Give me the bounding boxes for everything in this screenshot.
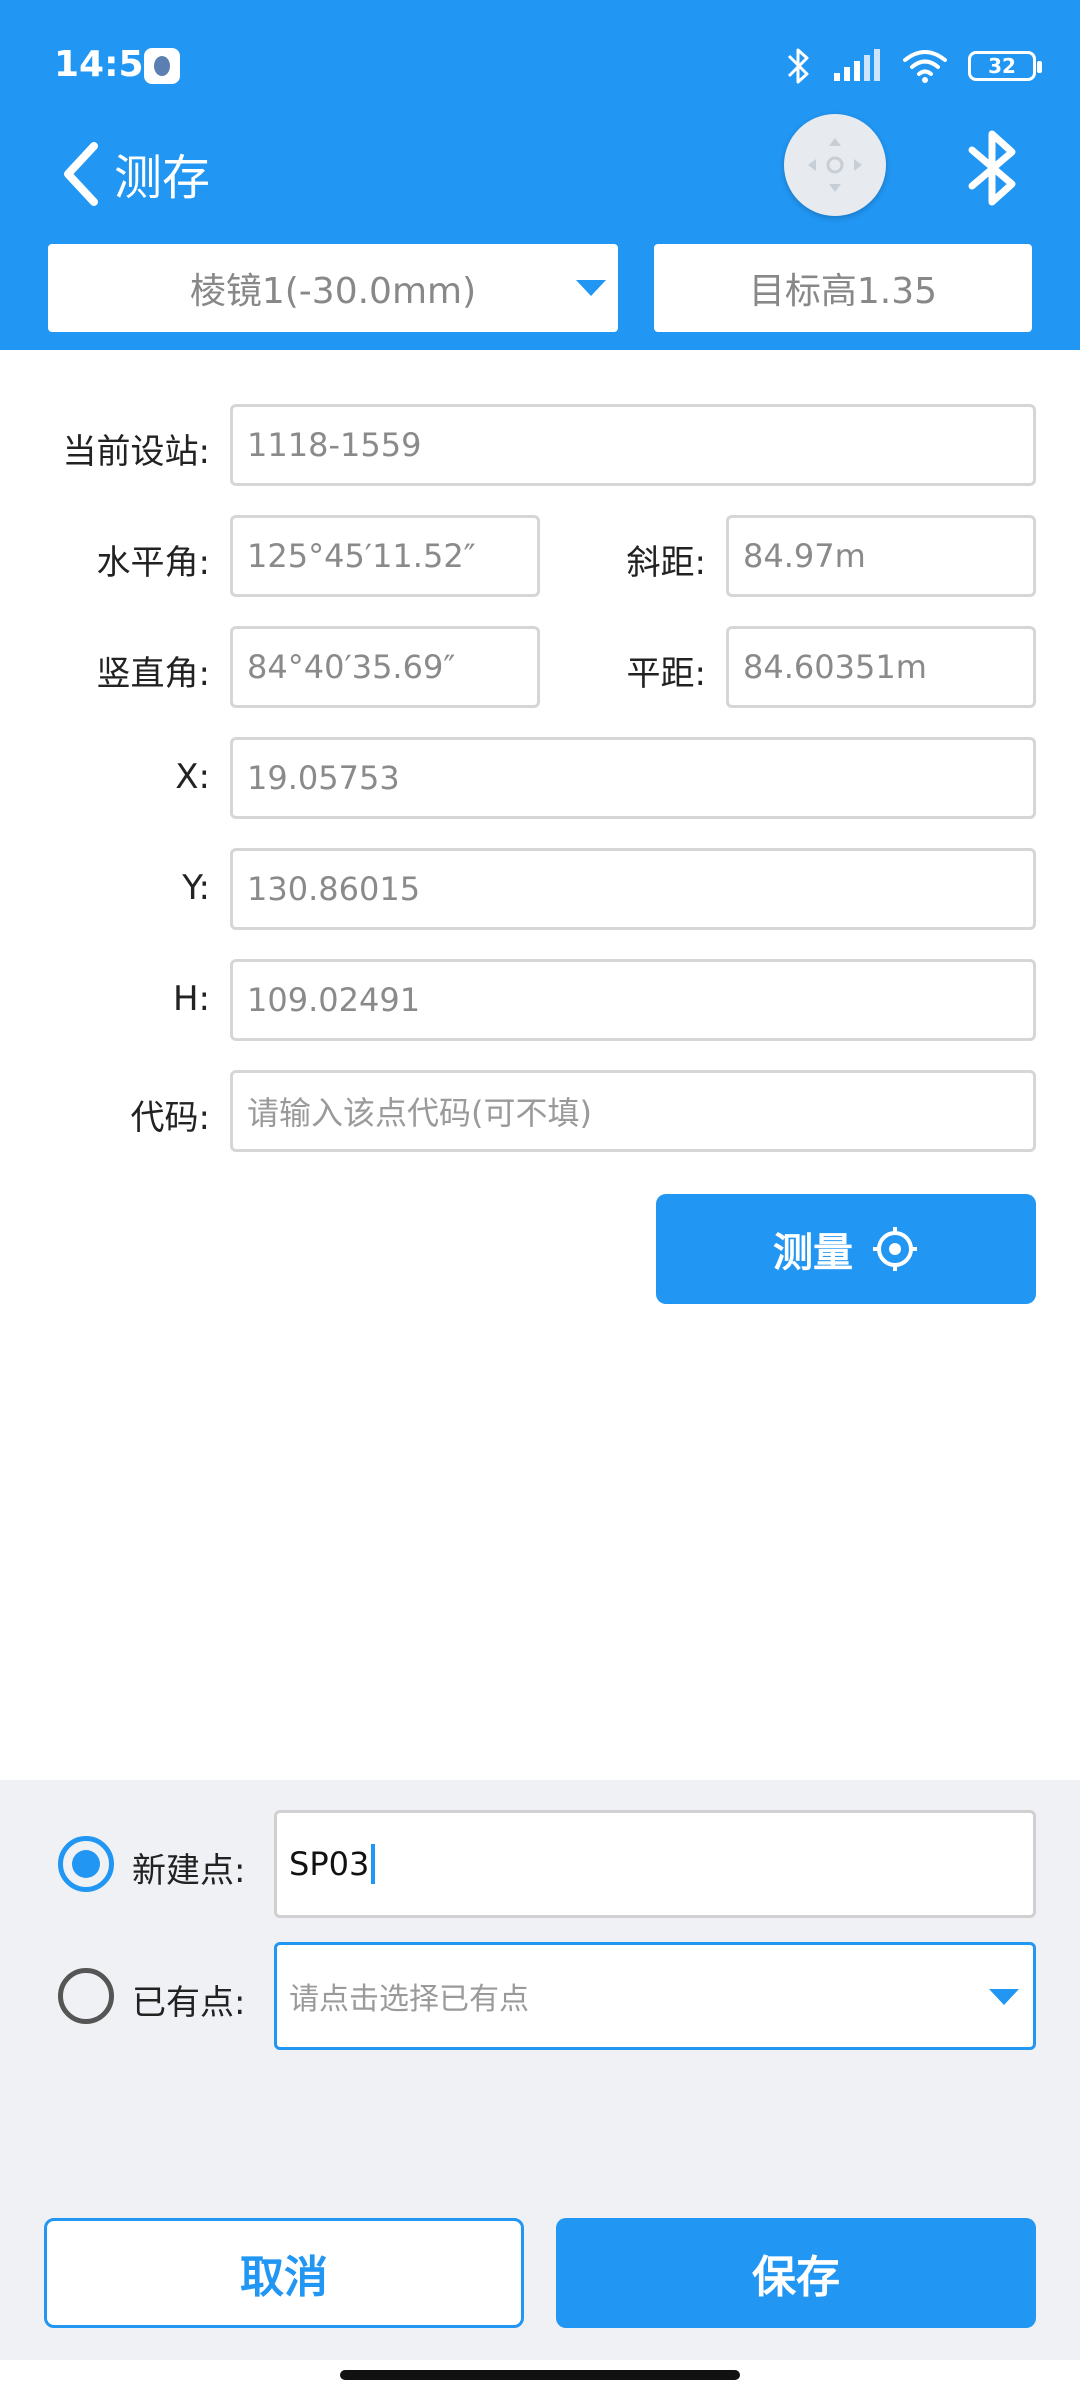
cancel-button[interactable]: 取消 (44, 2218, 524, 2328)
station-field[interactable]: 1118-1559 (230, 404, 1036, 486)
dropdown-arrow-icon (576, 280, 606, 296)
code-label: 代码: (130, 1098, 210, 1138)
new-point-radio[interactable] (58, 1836, 114, 1892)
prism-select-value: 棱镜1(-30.0mm) (189, 271, 477, 312)
text-cursor (371, 1844, 376, 1884)
target-height-button[interactable]: 目标高1.35 (654, 244, 1032, 332)
header: 14:51 32 测存 棱镜1(-30.0mm) 目标高1.35 (0, 0, 1080, 350)
v-angle-field[interactable]: 84°40′35.69″ (230, 626, 540, 708)
horiz-dist-label: 平距: (626, 654, 706, 694)
measure-button[interactable]: 测量 (656, 1194, 1036, 1304)
new-point-label: 新建点: (132, 1851, 246, 1891)
h-field[interactable]: 109.02491 (230, 959, 1036, 1041)
home-indicator[interactable] (340, 2370, 740, 2380)
slope-dist-field[interactable]: 84.97m (726, 515, 1036, 597)
target-icon (873, 1227, 917, 1271)
joystick-icon[interactable] (784, 114, 886, 216)
existing-point-placeholder: 请点击选择已有点 (289, 1982, 529, 2017)
save-button[interactable]: 保存 (556, 2218, 1036, 2328)
measure-button-label: 测量 (773, 1230, 853, 1276)
new-point-input[interactable]: SP03 (274, 1810, 1036, 1918)
back-icon[interactable] (54, 130, 114, 220)
prism-select[interactable]: 棱镜1(-30.0mm) (48, 244, 618, 332)
nav-bar: 测存 (0, 110, 1080, 240)
status-icons: 32 (786, 46, 1042, 86)
battery-icon: 32 (968, 51, 1042, 81)
existing-point-select[interactable]: 请点击选择已有点 (274, 1942, 1036, 2050)
code-input[interactable]: 请输入该点代码(可不填) (230, 1070, 1036, 1152)
hz-angle-label: 水平角: (96, 543, 210, 583)
app-notification-icon (144, 48, 180, 84)
v-angle-label: 竖直角: (96, 654, 210, 694)
bluetooth-status-icon (787, 48, 809, 84)
new-point-value: SP03 (289, 1845, 370, 1883)
y-field[interactable]: 130.86015 (230, 848, 1036, 930)
y-label: Y: (182, 868, 210, 908)
horiz-dist-field[interactable]: 84.60351m (726, 626, 1036, 708)
signal-icon (834, 49, 880, 81)
dpad-icon (808, 138, 862, 192)
hz-angle-field[interactable]: 125°45′11.52″ (230, 515, 540, 597)
wifi-icon (903, 50, 947, 83)
bluetooth-icon[interactable] (964, 126, 1024, 210)
battery-level: 32 (988, 54, 1016, 78)
page-title: 测存 (114, 150, 211, 206)
x-field[interactable]: 19.05753 (230, 737, 1036, 819)
h-label: H: (172, 979, 210, 1019)
target-height-value: 目标高1.35 (748, 271, 938, 312)
slope-dist-label: 斜距: (626, 543, 706, 583)
dropdown-arrow-icon (989, 1989, 1019, 2005)
x-label: X: (175, 757, 210, 797)
existing-point-label: 已有点: (132, 1983, 246, 2023)
existing-point-radio[interactable] (58, 1968, 114, 2024)
station-label: 当前设站: (62, 432, 210, 472)
